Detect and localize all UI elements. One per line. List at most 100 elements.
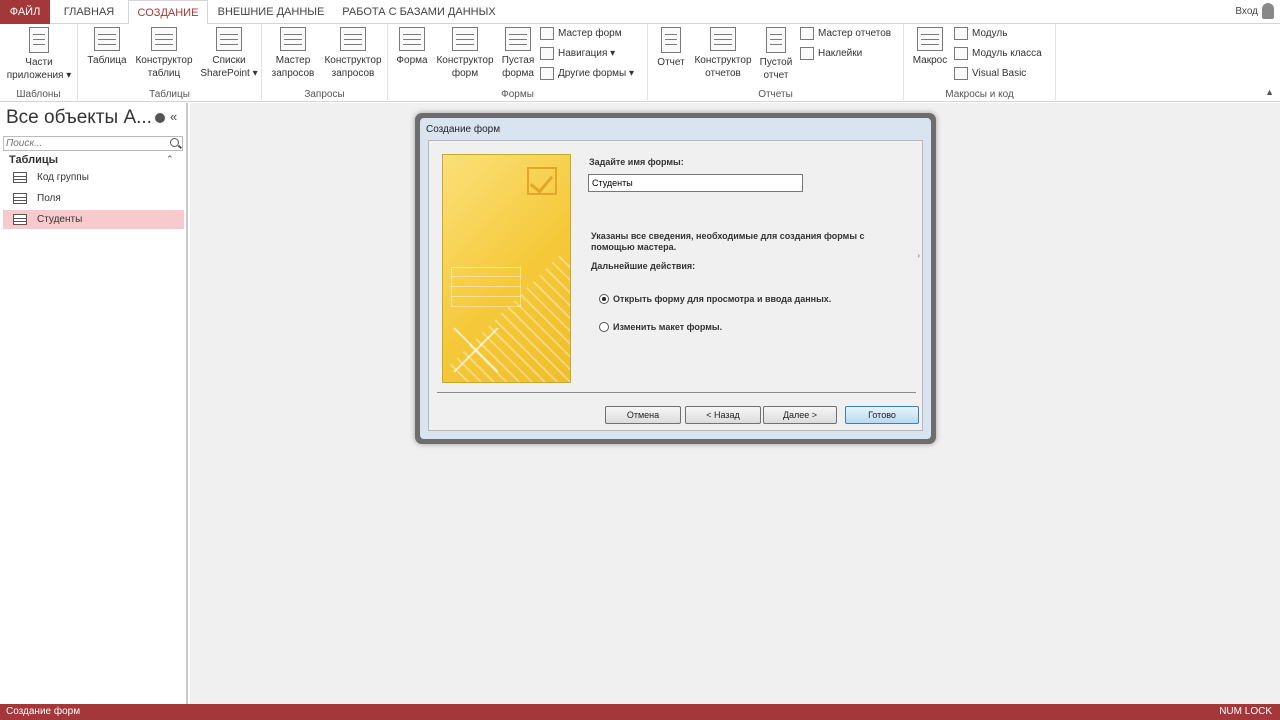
nav-item-students[interactable]: Студенты bbox=[3, 210, 184, 229]
more-forms-label: Другие формы ▾ bbox=[558, 68, 635, 79]
next-actions-label: Дальнейшие действия: bbox=[591, 261, 696, 271]
blank-form-button[interactable]: Пустая форма bbox=[498, 27, 538, 80]
navigation-button[interactable]: Навигация ▾ bbox=[540, 45, 615, 63]
tab-home[interactable]: ГЛАВНАЯ bbox=[56, 0, 122, 24]
group-queries: Мастер запросов Конструктор запросов Зап… bbox=[262, 24, 388, 102]
module-icon bbox=[954, 27, 968, 40]
form-wizard-dialog: Создание форм Задайте имя формы: Указаны… bbox=[415, 113, 936, 444]
nav-item-label: Код группы bbox=[37, 172, 89, 183]
class-module-icon bbox=[954, 47, 968, 60]
table-icon bbox=[13, 193, 27, 204]
search-icon[interactable] bbox=[170, 138, 179, 147]
blank-form-icon bbox=[505, 27, 531, 51]
checkmark-icon bbox=[527, 167, 557, 195]
query-designer-button[interactable]: Конструктор запросов bbox=[320, 27, 386, 80]
open-form-radio[interactable] bbox=[599, 294, 609, 304]
sharepoint-lists-button[interactable]: Списки SharePoint ▾ bbox=[198, 27, 260, 80]
visual-basic-icon bbox=[954, 67, 968, 80]
finish-button[interactable]: Готово bbox=[845, 406, 919, 424]
back-button[interactable]: < Назад bbox=[685, 406, 761, 424]
group-templates-label: Шаблоны bbox=[16, 89, 61, 100]
group-tables-label: Таблицы bbox=[149, 89, 190, 100]
ribbon-tab-bar: ФАЙЛ ГЛАВНАЯ СОЗДАНИЕ ВНЕШНИЕ ДАННЫЕ РАБ… bbox=[0, 0, 1280, 25]
form-wizard-icon bbox=[540, 27, 554, 40]
group-forms: Форма Конструктор форм Пустая форма Маст… bbox=[388, 24, 648, 102]
collapse-ribbon-icon[interactable]: ▲ bbox=[1265, 87, 1274, 97]
app-parts-label: Части приложения ▾ bbox=[6, 57, 72, 81]
labels-label: Наклейки bbox=[818, 48, 863, 59]
form-button[interactable]: Форма bbox=[392, 27, 432, 67]
report-wizard-label: Мастер отчетов bbox=[818, 28, 892, 39]
navigation-pane: Все объекты A... « Таблицы ⌃ Код группы … bbox=[0, 103, 188, 704]
query-wizard-icon bbox=[280, 27, 306, 51]
chevron-up-icon[interactable]: ⌃ bbox=[166, 154, 174, 165]
visual-basic-label: Visual Basic bbox=[972, 68, 1027, 79]
dialog-title: Создание форм bbox=[426, 124, 501, 135]
blank-form-label: Пустая форма bbox=[501, 55, 535, 79]
app-parts-button[interactable]: Части приложения ▾ bbox=[2, 27, 76, 82]
nav-group-tables[interactable]: Таблицы bbox=[9, 154, 58, 166]
nav-item-code-group[interactable]: Код группы bbox=[3, 168, 184, 187]
more-forms-button[interactable]: Другие формы ▾ bbox=[540, 65, 634, 83]
cancel-button[interactable]: Отмена bbox=[605, 406, 681, 424]
tab-create[interactable]: СОЗДАНИЕ bbox=[128, 0, 208, 25]
form-wizard-button[interactable]: Мастер форм bbox=[540, 25, 622, 43]
cross-decoration bbox=[451, 325, 501, 375]
blank-report-button[interactable]: Пустой отчет bbox=[756, 27, 796, 82]
form-designer-label: Конструктор форм bbox=[436, 55, 494, 79]
status-bar: Создание форм NUM LOCK bbox=[0, 704, 1280, 720]
report-button[interactable]: Отчет bbox=[652, 27, 690, 69]
open-form-option[interactable]: Открыть форму для просмотра и ввода данн… bbox=[599, 292, 831, 306]
macro-button[interactable]: Макрос bbox=[908, 27, 952, 67]
query-designer-label: Конструктор запросов bbox=[324, 55, 382, 79]
nav-search-input[interactable] bbox=[4, 137, 164, 150]
form-icon bbox=[399, 27, 425, 51]
num-lock-indicator: NUM LOCK bbox=[1219, 706, 1272, 717]
report-designer-button[interactable]: Конструктор отчетов bbox=[690, 27, 756, 80]
nav-menu-icon[interactable] bbox=[155, 113, 165, 123]
form-name-input[interactable] bbox=[588, 174, 803, 192]
tab-file[interactable]: ФАЙЛ bbox=[0, 0, 50, 24]
status-text: Создание форм bbox=[6, 706, 81, 717]
visual-basic-button[interactable]: Visual Basic bbox=[954, 65, 1026, 83]
table-designer-icon bbox=[151, 27, 177, 51]
group-reports: Отчет Конструктор отчетов Пустой отчет М… bbox=[648, 24, 904, 102]
ribbon: Части приложения ▾ Шаблоны Таблица Конст… bbox=[0, 24, 1280, 102]
class-module-button[interactable]: Модуль класса bbox=[954, 45, 1042, 63]
form-label: Форма bbox=[396, 55, 428, 66]
modify-layout-option-label: Изменить макет формы. bbox=[613, 322, 723, 332]
sharepoint-lists-icon bbox=[216, 27, 242, 51]
table-designer-button[interactable]: Конструктор таблиц bbox=[132, 27, 196, 80]
nav-item-fields[interactable]: Поля bbox=[3, 189, 184, 208]
tab-external-data[interactable]: ВНЕШНИЕ ДАННЫЕ bbox=[214, 0, 328, 24]
sign-in-link[interactable]: Вход bbox=[1235, 6, 1258, 17]
collapse-pane-icon[interactable]: « bbox=[170, 109, 177, 124]
app-parts-icon bbox=[29, 27, 49, 53]
query-wizard-label: Мастер запросов bbox=[271, 55, 315, 79]
class-module-label: Модуль класса bbox=[972, 48, 1042, 59]
nav-item-label: Студенты bbox=[37, 214, 83, 225]
table-icon bbox=[13, 172, 27, 183]
table-button[interactable]: Таблица bbox=[82, 27, 132, 67]
wizard-illustration bbox=[442, 154, 571, 383]
sharepoint-lists-label: Списки SharePoint ▾ bbox=[200, 55, 258, 79]
wizard-info-text: Указаны все сведения, необходимые для со… bbox=[591, 231, 865, 252]
next-button[interactable]: Далее > bbox=[763, 406, 837, 424]
report-designer-icon bbox=[710, 27, 736, 51]
dialog-frame: Создание форм Задайте имя формы: Указаны… bbox=[420, 118, 931, 439]
modify-layout-option[interactable]: Изменить макет формы. bbox=[599, 320, 722, 334]
module-button[interactable]: Модуль bbox=[954, 25, 1007, 43]
user-icon[interactable] bbox=[1262, 3, 1274, 19]
nav-search-box bbox=[3, 136, 183, 151]
query-wizard-button[interactable]: Мастер запросов bbox=[266, 27, 320, 80]
tab-database-tools[interactable]: РАБОТА С БАЗАМИ ДАННЫХ bbox=[334, 0, 504, 24]
query-designer-icon bbox=[340, 27, 366, 51]
group-tables: Таблица Конструктор таблиц Списки ShareP… bbox=[78, 24, 262, 102]
table-designer-label: Конструктор таблиц bbox=[135, 55, 193, 79]
labels-button[interactable]: Наклейки bbox=[800, 45, 862, 63]
form-designer-button[interactable]: Конструктор форм bbox=[432, 27, 498, 80]
nav-item-label: Поля bbox=[37, 193, 61, 204]
nav-pane-title[interactable]: Все объекты A... bbox=[6, 107, 152, 129]
report-wizard-button[interactable]: Мастер отчетов bbox=[800, 25, 891, 43]
modify-layout-radio[interactable] bbox=[599, 322, 609, 332]
